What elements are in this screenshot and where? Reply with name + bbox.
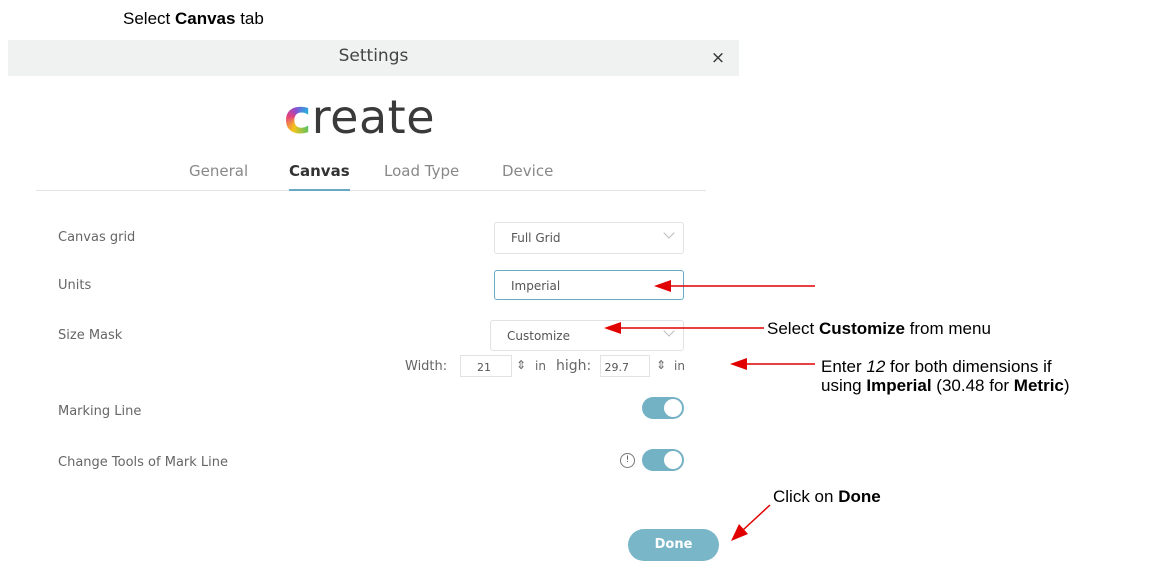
arrow-head-size-mask bbox=[604, 322, 621, 334]
arrow-head-dimensions bbox=[730, 358, 747, 370]
arrow-to-done bbox=[742, 504, 771, 531]
arrow-head-done bbox=[731, 524, 748, 541]
annotation-arrows bbox=[604, 280, 815, 541]
arrow-head-units bbox=[654, 280, 671, 292]
